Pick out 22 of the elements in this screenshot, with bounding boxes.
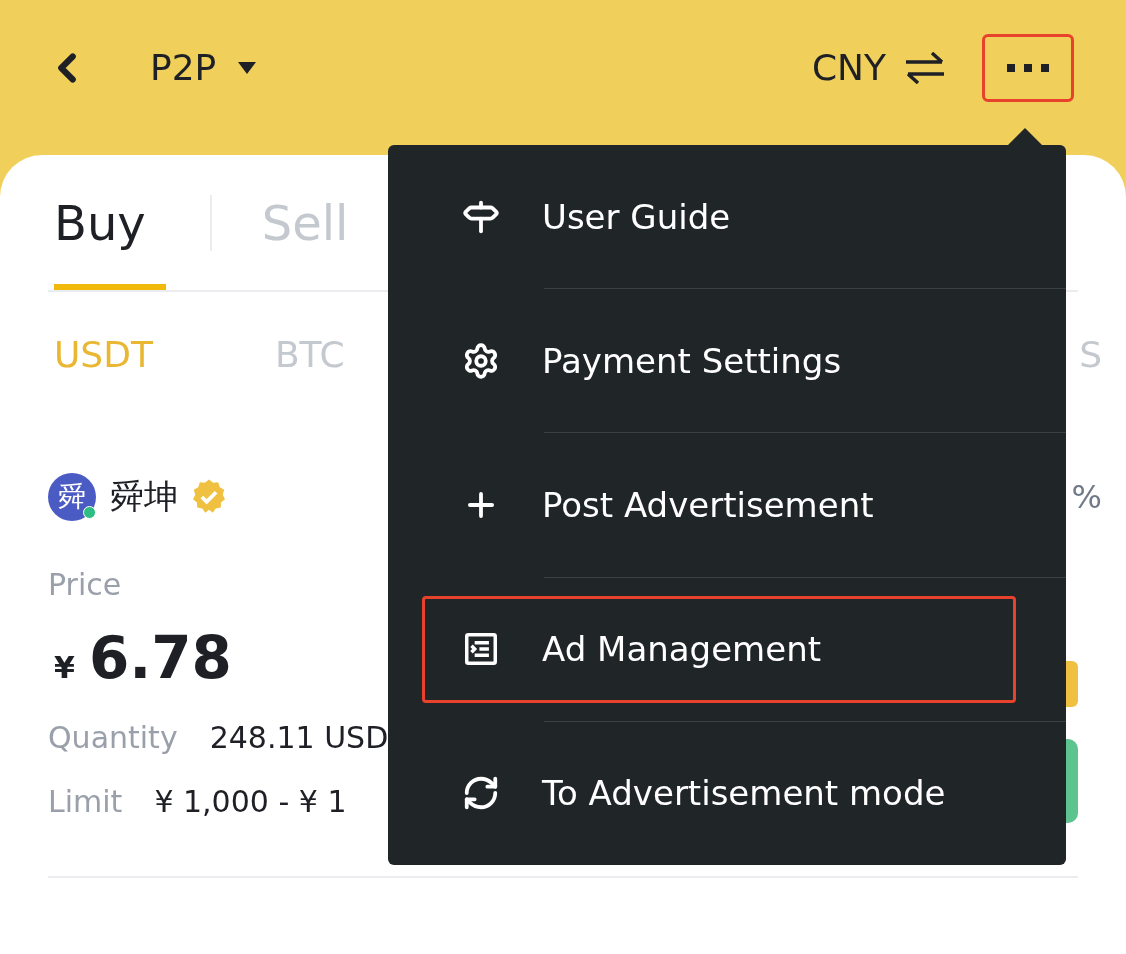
menu-item[interactable]: Post Advertisement	[388, 433, 1066, 577]
completion-rate: %	[1071, 478, 1102, 516]
caret-icon	[238, 61, 257, 74]
market-dropdown[interactable]: P2P	[150, 47, 257, 88]
more-button[interactable]	[982, 33, 1074, 102]
advertiser-name: 舜坤	[110, 475, 178, 518]
price-label: Price	[48, 567, 123, 602]
advertiser-avatar: 舜	[48, 473, 96, 521]
more-dots-icon	[1007, 63, 1049, 72]
quantity-label: Quantity	[48, 720, 178, 755]
settings-icon	[462, 341, 500, 380]
limit-label: Limit	[48, 784, 123, 819]
currency-symbol: ¥	[54, 650, 75, 685]
menu-item[interactable]: To Advertisement mode	[388, 721, 1066, 865]
quantity-value: 248.11 USD	[209, 720, 389, 755]
trade-tab[interactable]: Buy	[48, 155, 166, 290]
menu-item[interactable]: User Guide	[388, 145, 1066, 289]
price-value: 6.78	[88, 624, 232, 692]
currency-button[interactable]: CNY	[811, 47, 946, 88]
swap-arrows-icon	[904, 51, 946, 84]
limit-value: ¥ 1,000 - ¥ 1	[154, 784, 347, 819]
menu-item[interactable]: Payment Settings	[388, 289, 1066, 433]
